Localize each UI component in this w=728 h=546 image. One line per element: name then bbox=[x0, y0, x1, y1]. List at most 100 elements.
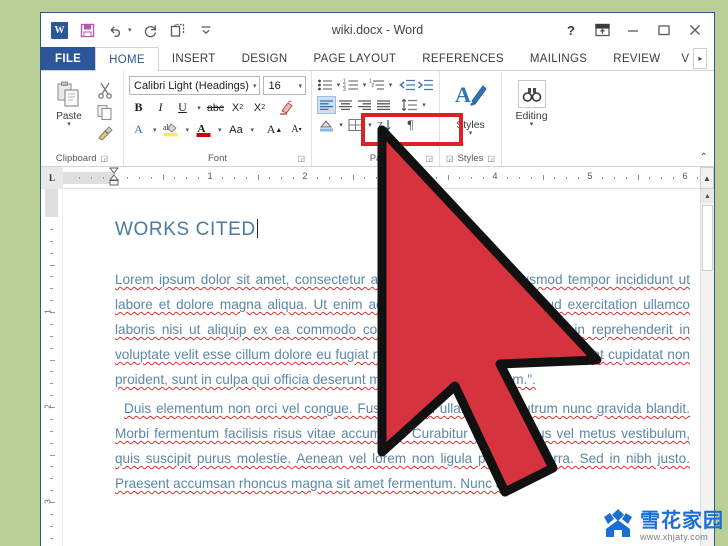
tab-mailings[interactable]: MAILINGS bbox=[517, 47, 600, 70]
ribbon-group-font: Calibri Light (Headings) ▾ 16 ▾ B I U ▾ … bbox=[123, 71, 311, 166]
bullets-icon[interactable] bbox=[317, 76, 334, 94]
vruler-tick bbox=[50, 454, 55, 456]
save-icon[interactable] bbox=[78, 21, 97, 40]
font-name-caret-icon[interactable]: ▾ bbox=[249, 82, 257, 90]
scroll-up-arrow-icon[interactable]: ▲ bbox=[700, 167, 714, 189]
undo-icon[interactable] bbox=[106, 21, 125, 40]
shrink-font-button[interactable]: A ▾ bbox=[287, 120, 306, 139]
align-left-button[interactable] bbox=[317, 96, 336, 114]
tab-overflow-chevron-icon[interactable]: ▸ bbox=[693, 48, 708, 69]
align-right-button[interactable] bbox=[355, 96, 374, 114]
font-name-combobox[interactable]: Calibri Light (Headings) ▾ bbox=[129, 76, 261, 95]
document-content[interactable]: WORKS CITED Lorem ipsum dolor sit amet, … bbox=[115, 219, 690, 500]
ruler-number: 1 bbox=[207, 171, 213, 181]
ruler-tick bbox=[530, 177, 532, 179]
superscript-button[interactable]: X2 bbox=[250, 98, 269, 117]
line-spacing-caret-icon[interactable]: ▾ bbox=[420, 101, 428, 109]
tab-file[interactable]: FILE bbox=[41, 47, 96, 70]
justify-button[interactable] bbox=[374, 96, 393, 114]
strikethrough-button[interactable]: abc bbox=[206, 98, 225, 117]
styles-dropdown-caret-icon[interactable]: ▾ bbox=[469, 130, 473, 137]
tab-home[interactable]: HOME bbox=[95, 47, 159, 71]
vertical-ruler[interactable]: 1 2 3 bbox=[41, 189, 63, 546]
show-paragraph-marks-icon[interactable]: ¶ bbox=[401, 116, 420, 134]
styles-dialog-launcher-left-icon[interactable]: ◲ bbox=[446, 154, 454, 163]
format-painter-icon[interactable] bbox=[96, 125, 114, 143]
italic-button[interactable]: I bbox=[151, 98, 170, 117]
close-icon[interactable] bbox=[680, 17, 710, 43]
sort-icon[interactable]: Z bbox=[375, 116, 394, 134]
undo-dropdown-caret-icon[interactable]: ▾ bbox=[128, 26, 132, 34]
indent-markers[interactable] bbox=[63, 167, 120, 189]
font-size-caret-icon[interactable]: ▾ bbox=[294, 82, 302, 90]
collapse-ribbon-icon[interactable]: ⌃ bbox=[700, 152, 708, 163]
document-page[interactable]: WORKS CITED Lorem ipsum dolor sit amet, … bbox=[63, 189, 700, 546]
borders-icon[interactable] bbox=[346, 116, 365, 134]
subscript-button[interactable]: X2 bbox=[228, 98, 247, 117]
numbering-caret-icon[interactable]: ▾ bbox=[361, 81, 368, 89]
top-margin-area bbox=[45, 189, 58, 217]
ribbon-display-options-icon[interactable] bbox=[587, 17, 617, 43]
grow-font-button[interactable]: A ▲ bbox=[265, 120, 284, 139]
tab-stop-selector[interactable]: L bbox=[41, 167, 63, 189]
redo-icon[interactable] bbox=[141, 21, 160, 40]
tab-design[interactable]: DESIGN bbox=[229, 47, 301, 70]
bold-button[interactable]: B bbox=[129, 98, 148, 117]
word-logo-icon[interactable]: W bbox=[50, 21, 69, 40]
change-case-caret-icon[interactable]: ▾ bbox=[249, 126, 257, 134]
scrollbar-up-icon[interactable]: ▲ bbox=[701, 189, 714, 203]
increase-indent-icon[interactable] bbox=[417, 76, 434, 94]
document-paragraph-2-text: Duis elementum non orci vel congue. Fusc… bbox=[115, 401, 690, 491]
editing-button[interactable]: Editing ▾ bbox=[507, 76, 556, 128]
touch-mode-icon[interactable] bbox=[169, 21, 188, 40]
site-watermark: 雪花家园 www.xhjaty.com bbox=[601, 507, 724, 544]
underline-button[interactable]: U bbox=[173, 98, 192, 117]
vertical-scrollbar[interactable]: ▲ bbox=[700, 189, 714, 546]
shading-caret-icon[interactable]: ▾ bbox=[337, 121, 345, 129]
shading-icon[interactable] bbox=[317, 116, 336, 134]
font-color-caret-icon[interactable]: ▾ bbox=[216, 126, 224, 134]
highlight-caret-icon[interactable]: ▾ bbox=[184, 126, 192, 134]
font-color-icon[interactable]: A bbox=[194, 120, 213, 139]
styles-button[interactable]: A Styles ▾ bbox=[445, 76, 496, 137]
paste-dropdown-caret-icon[interactable]: ▾ bbox=[67, 121, 71, 128]
multilevel-list-icon[interactable]: 12 bbox=[369, 76, 386, 94]
svg-text:3: 3 bbox=[343, 87, 346, 92]
scrollbar-thumb[interactable] bbox=[702, 205, 713, 271]
clipboard-dialog-launcher-icon[interactable]: ◲ bbox=[101, 154, 109, 163]
cut-icon[interactable] bbox=[96, 81, 114, 99]
styles-dialog-launcher-icon[interactable]: ◲ bbox=[487, 154, 495, 163]
tab-page-layout[interactable]: PAGE LAYOUT bbox=[301, 47, 410, 70]
ruler-tick bbox=[186, 177, 188, 179]
text-effects-caret-icon[interactable]: ▾ bbox=[151, 126, 159, 134]
tab-review[interactable]: REVIEW bbox=[600, 47, 673, 70]
decrease-indent-icon[interactable] bbox=[399, 76, 416, 94]
copy-icon[interactable] bbox=[96, 103, 114, 121]
clear-formatting-icon[interactable] bbox=[277, 98, 296, 117]
borders-caret-icon[interactable]: ▾ bbox=[366, 121, 374, 129]
restore-icon[interactable] bbox=[649, 17, 679, 43]
tab-insert[interactable]: INSERT bbox=[159, 47, 229, 70]
tab-view-clipped[interactable]: V bbox=[673, 47, 691, 70]
customize-qat-icon[interactable] bbox=[197, 21, 216, 40]
bullets-caret-icon[interactable]: ▾ bbox=[335, 81, 342, 89]
numbering-icon[interactable]: 123 bbox=[343, 76, 360, 94]
snowflake-logo-icon bbox=[601, 507, 635, 544]
align-center-button[interactable] bbox=[336, 96, 355, 114]
ruler-tick bbox=[79, 177, 81, 179]
help-icon[interactable]: ? bbox=[556, 17, 586, 43]
horizontal-ruler[interactable]: 1 2 3 4 5 6 bbox=[63, 167, 700, 189]
paste-button[interactable]: Paste ▾ bbox=[46, 76, 92, 128]
editing-dropdown-caret-icon[interactable]: ▾ bbox=[530, 121, 534, 128]
font-size-combobox[interactable]: 16 ▾ bbox=[263, 76, 306, 95]
underline-caret-icon[interactable]: ▾ bbox=[195, 104, 203, 112]
text-effects-button[interactable]: A bbox=[129, 120, 148, 139]
paragraph-dialog-launcher-icon[interactable]: ◲ bbox=[425, 154, 433, 163]
minimize-icon[interactable] bbox=[618, 17, 648, 43]
multilevel-caret-icon[interactable]: ▾ bbox=[387, 81, 394, 89]
text-highlight-color-icon[interactable]: ab bbox=[162, 120, 181, 139]
font-dialog-launcher-icon[interactable]: ◲ bbox=[297, 154, 305, 163]
tab-references[interactable]: REFERENCES bbox=[409, 47, 517, 70]
line-spacing-icon[interactable] bbox=[400, 96, 419, 114]
change-case-button[interactable]: Aa bbox=[227, 120, 246, 139]
